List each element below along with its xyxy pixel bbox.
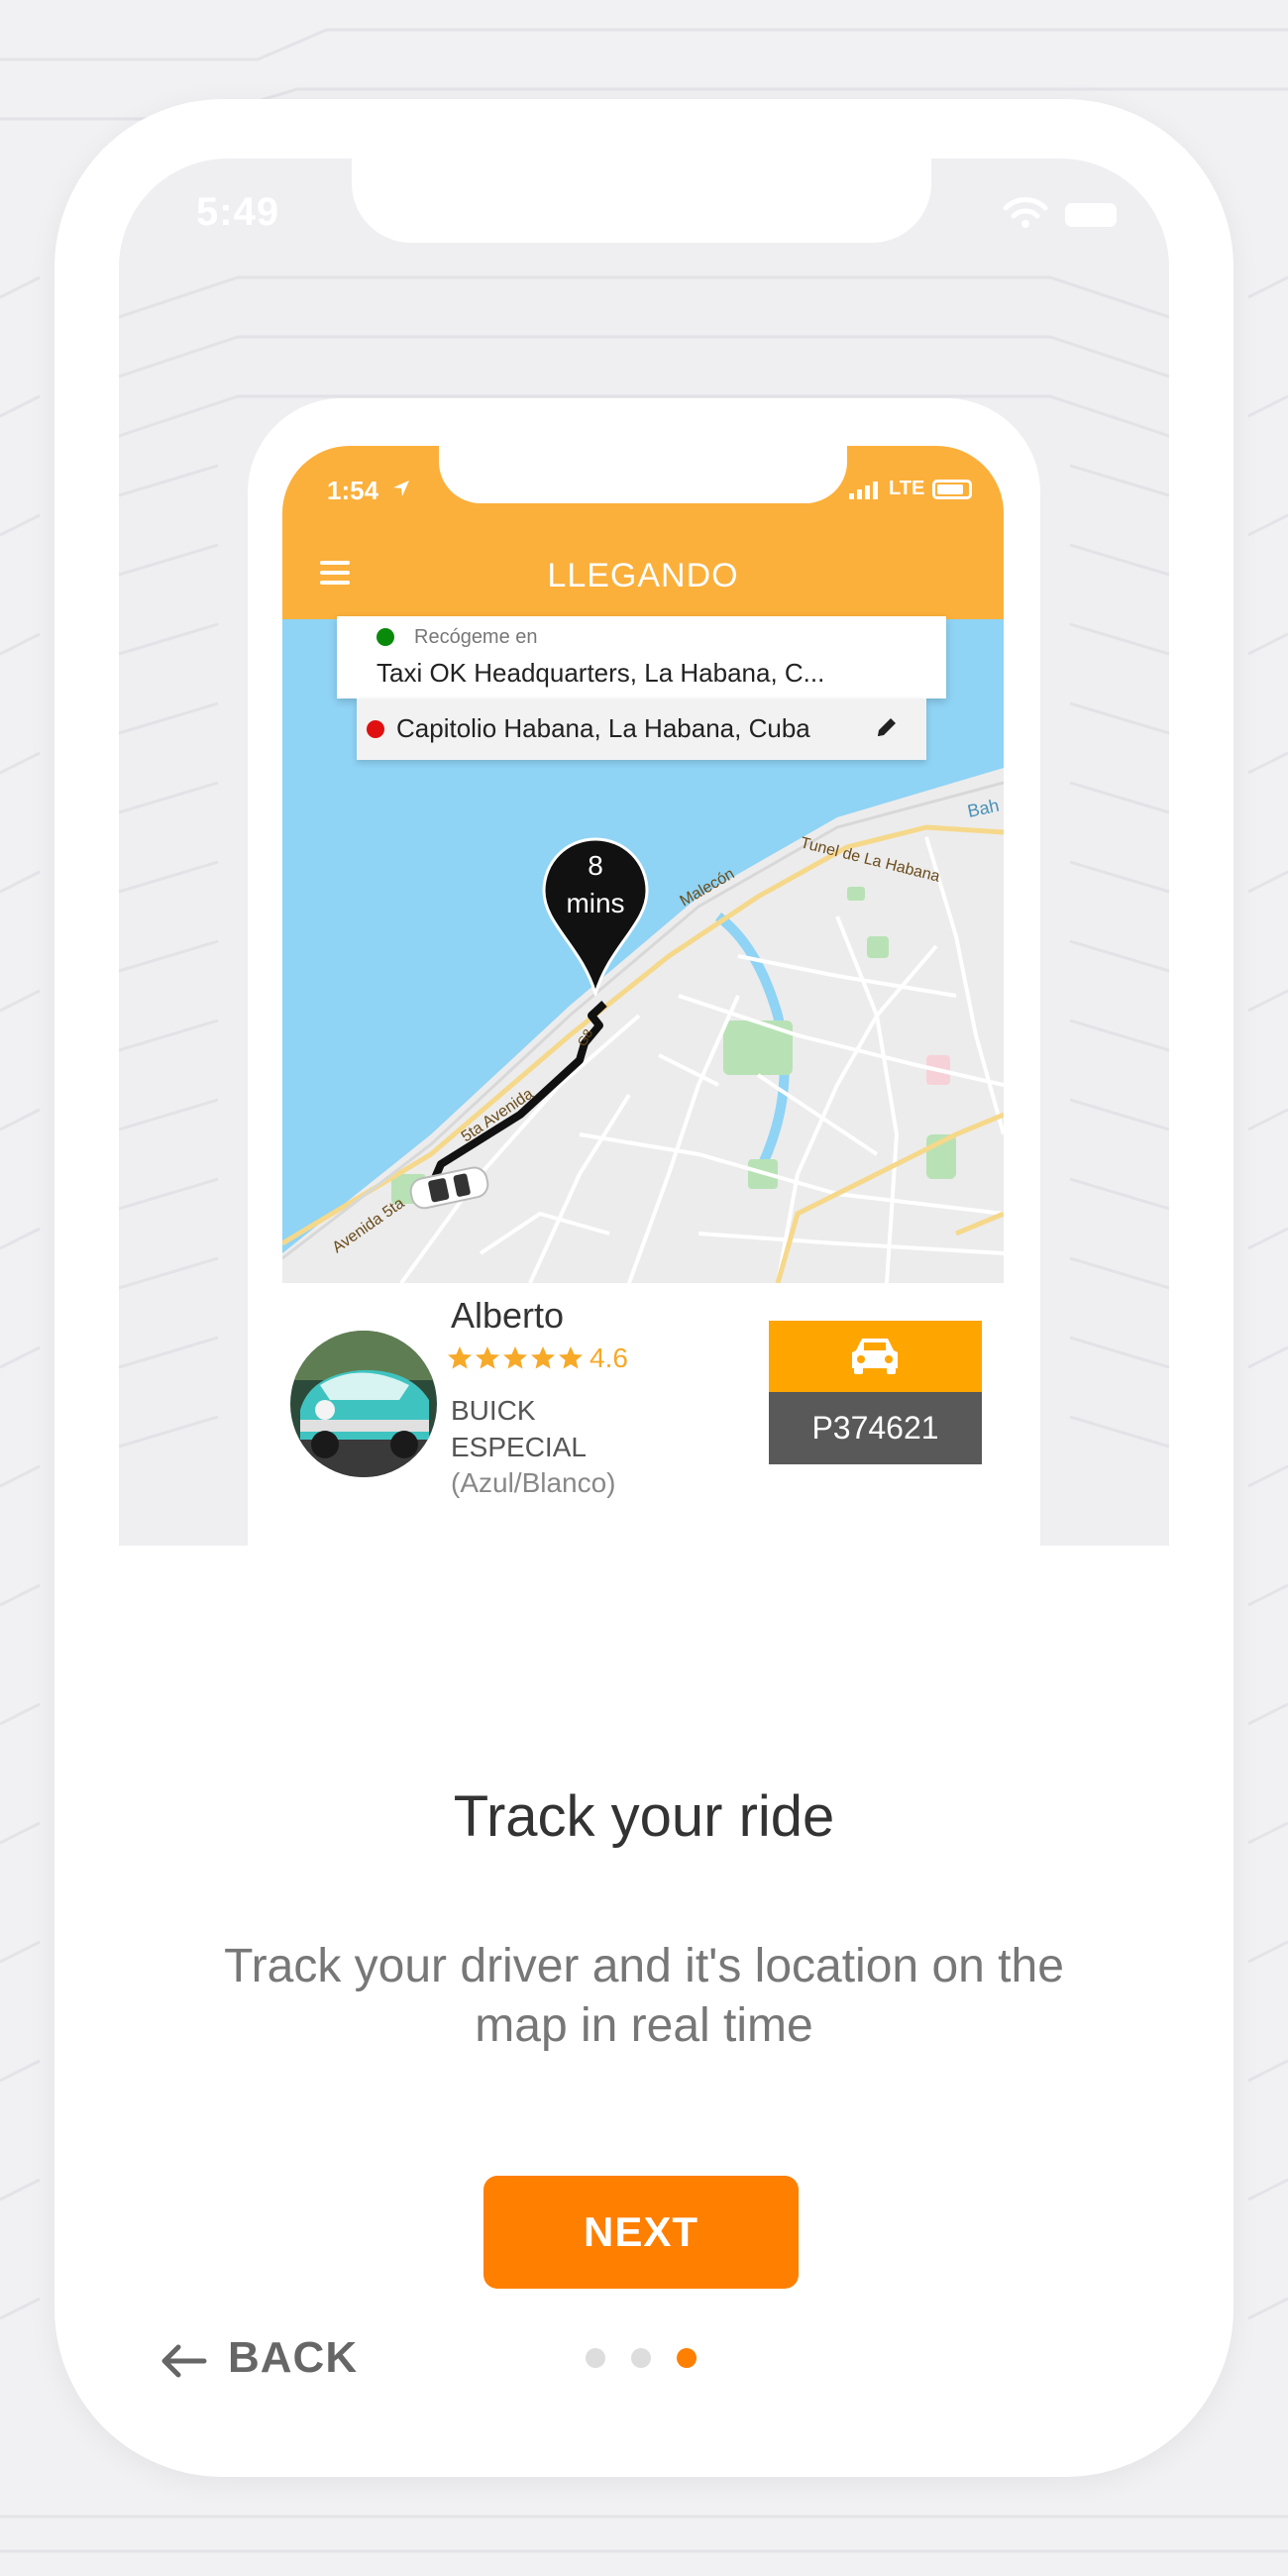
destination-value: Capitolio Habana, La Habana, Cuba [396, 713, 810, 743]
driver-name: Alberto [451, 1295, 565, 1336]
driver-panel: Alberto 4.6 BUICK ESPECIAL (Azul/Blanco) [282, 1283, 1004, 1546]
pickup-value: Taxi OK Headquarters, La Habana, C... [376, 658, 825, 688]
destination-address-field[interactable]: Capitolio Habana, La Habana, Cuba [357, 698, 926, 760]
onboarding-title: Track your ride [453, 1784, 835, 1849]
arrow-left-icon [161, 2344, 207, 2378]
outer-notch [352, 159, 931, 243]
taxi-badge [769, 1321, 982, 1392]
license-plate: P374621 [769, 1392, 982, 1464]
page-indicator-dot[interactable] [586, 2348, 605, 2368]
pickup-address-field[interactable]: Recógeme en Taxi OK Headquarters, La Hab… [337, 616, 946, 698]
page-indicator-dot[interactable] [631, 2348, 651, 2368]
battery-icon [932, 480, 972, 499]
driver-car-photo [290, 1331, 437, 1477]
car-color: (Azul/Blanco) [451, 1467, 616, 1498]
driver-rating: 4.6 [590, 1342, 628, 1373]
page-title: LLEGANDO [547, 557, 739, 594]
star-rating [448, 1346, 583, 1369]
next-button[interactable]: NEXT [483, 2176, 799, 2289]
outer-status-time: 5:49 [196, 190, 280, 234]
page-indicator-dot-active[interactable] [677, 2348, 697, 2368]
pencil-icon[interactable] [874, 714, 900, 740]
battery-icon [1065, 203, 1117, 227]
eta-value: 8 [588, 850, 603, 881]
pickup-dot [376, 628, 394, 646]
network-type: LTE [889, 478, 925, 499]
eta-unit: mins [566, 888, 625, 918]
onboarding-description: Track your driver and it's location on t… [224, 1940, 1064, 2052]
star-icon [531, 1346, 555, 1369]
back-label: BACK [228, 2333, 359, 2382]
location-arrow-icon [393, 481, 409, 496]
wifi-icon [1003, 197, 1048, 228]
star-icon [448, 1346, 472, 1369]
pickup-label: Recógeme en [414, 626, 538, 648]
signal-icon [849, 482, 878, 499]
destination-dot [367, 720, 384, 738]
app-screen: 1:54 LTE LLEGANDO Tunel de La Habana Mal… [282, 446, 1004, 1546]
star-icon [559, 1346, 583, 1369]
car-model: BUICK ESPECIAL [451, 1395, 587, 1462]
star-icon [503, 1346, 527, 1369]
star-icon [476, 1346, 499, 1369]
status-time: 1:54 [327, 476, 379, 505]
car-icon [852, 1339, 898, 1374]
inner-notch [439, 446, 847, 503]
